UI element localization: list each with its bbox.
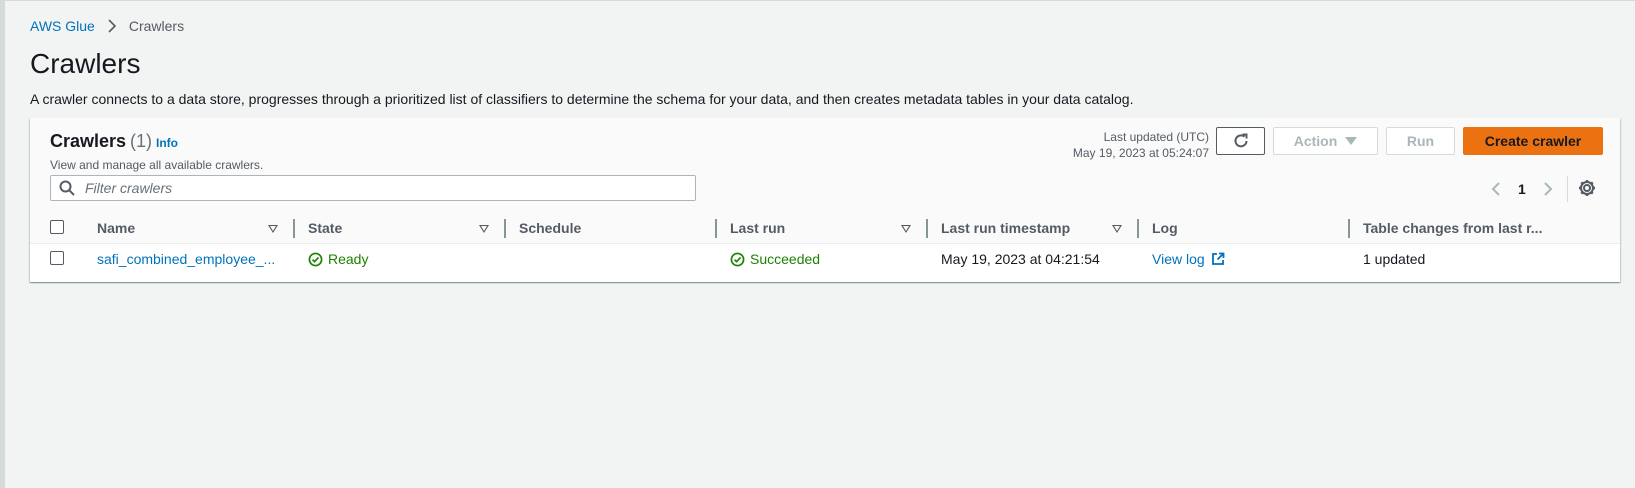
column-name-label: Name — [97, 220, 136, 236]
state-status: Ready — [308, 251, 368, 267]
check-circle-icon — [308, 252, 323, 266]
info-link[interactable]: Info — [156, 136, 178, 150]
row-checkbox[interactable] — [50, 250, 64, 265]
search-icon — [59, 180, 75, 196]
row-state-cell: Ready — [295, 244, 506, 275]
column-schedule-label: Schedule — [519, 220, 582, 236]
filter-crawlers-input[interactable] — [83, 179, 667, 197]
action-dropdown-button[interactable]: Action — [1273, 127, 1378, 155]
create-crawler-button[interactable]: Create crawler — [1463, 127, 1603, 155]
action-label: Action — [1293, 133, 1338, 149]
row-timestamp-cell: May 19, 2023 at 04:21:54 — [928, 244, 1139, 275]
row-last-run-cell: Succeeded — [717, 244, 928, 275]
crawlers-panel: Crawlers (1) Info View and manage all ava… — [30, 118, 1620, 282]
column-last-run[interactable]: Last run — [717, 213, 928, 244]
table-changes-text: 1 updated — [1363, 251, 1426, 267]
refresh-icon — [1234, 133, 1247, 148]
column-state-label: State — [308, 220, 343, 236]
sort-icon[interactable] — [479, 225, 489, 233]
row-table-changes-cell: 1 updated — [1350, 244, 1620, 275]
column-table-changes: Table changes from last r... — [1350, 213, 1620, 244]
column-last-run-timestamp-label: Last run timestamp — [941, 220, 1071, 236]
column-table-changes-label: Table changes from last r... — [1363, 220, 1543, 236]
column-state[interactable]: State — [295, 213, 506, 244]
top-border — [5, 0, 1635, 1]
caret-down-icon — [1345, 137, 1358, 145]
row-schedule-cell — [506, 244, 717, 275]
select-all-header — [30, 213, 84, 244]
row-select-cell — [30, 244, 84, 275]
chevron-left-icon — [1491, 182, 1500, 196]
filter-box — [50, 175, 696, 201]
view-log-link[interactable]: View log — [1152, 251, 1205, 267]
last-run-timestamp-text: May 19, 2023 at 04:21:54 — [941, 251, 1100, 267]
last-updated-value: May 19, 2023 at 05:24:07 — [1072, 146, 1209, 160]
table-header-row: Name State Schedule Last run Last run ti… — [30, 213, 1620, 244]
gear-icon[interactable] — [1577, 178, 1597, 198]
column-log: Log — [1139, 213, 1350, 244]
last-updated: Last updated (UTC) May 19, 2023 at 05:24… — [1073, 129, 1209, 161]
chevron-right-icon — [1544, 182, 1553, 196]
crawler-count: (1) — [130, 131, 153, 151]
panel-header — [30, 118, 1620, 221]
chevron-right-icon — [108, 19, 116, 33]
last-run-status: Succeeded — [730, 251, 820, 267]
page-description: A crawler connects to a data store, prog… — [30, 91, 1134, 107]
breadcrumb-current: Crawlers — [128, 18, 185, 34]
panel-title: Crawlers (1) — [50, 131, 152, 152]
table-row: safi_combined_employee_... Ready Succeed… — [30, 244, 1620, 275]
breadcrumb-aws-glue[interactable]: AWS Glue — [30, 18, 95, 34]
last-updated-label: Last updated (UTC) — [1103, 130, 1209, 144]
sort-icon[interactable] — [901, 225, 911, 233]
crawler-name-link[interactable]: safi_combined_employee_... — [97, 251, 275, 267]
column-name[interactable]: Name — [84, 213, 295, 244]
previous-page-button[interactable] — [1486, 179, 1506, 199]
refresh-button[interactable] — [1216, 127, 1265, 155]
state-text: Ready — [328, 251, 369, 267]
sort-icon[interactable] — [268, 225, 278, 233]
check-circle-icon — [730, 252, 745, 266]
pagination: 1 — [1486, 179, 1558, 199]
panel-subtitle: View and manage all available crawlers. — [50, 158, 264, 172]
page-number[interactable]: 1 — [1518, 181, 1526, 197]
sort-icon[interactable] — [1112, 225, 1122, 233]
row-log-cell: View log — [1139, 244, 1350, 275]
row-name-cell: safi_combined_employee_... — [84, 244, 295, 275]
column-last-run-label: Last run — [730, 220, 786, 236]
panel-title-text: Crawlers — [50, 131, 127, 151]
pager-divider — [1567, 176, 1568, 202]
run-button[interactable]: Run — [1386, 127, 1455, 155]
column-log-label: Log — [1152, 220, 1178, 236]
crawlers-table: Name State Schedule Last run Last run ti… — [30, 213, 1620, 274]
external-link-icon[interactable] — [1211, 252, 1225, 266]
column-last-run-timestamp[interactable]: Last run timestamp — [928, 213, 1139, 244]
breadcrumb: AWS Glue Crawlers — [30, 18, 184, 34]
select-all-checkbox[interactable] — [50, 219, 64, 234]
column-schedule: Schedule — [506, 213, 717, 244]
page-title: Crawlers — [30, 48, 141, 79]
next-page-button[interactable] — [1538, 179, 1558, 199]
last-run-text: Succeeded — [750, 251, 821, 267]
